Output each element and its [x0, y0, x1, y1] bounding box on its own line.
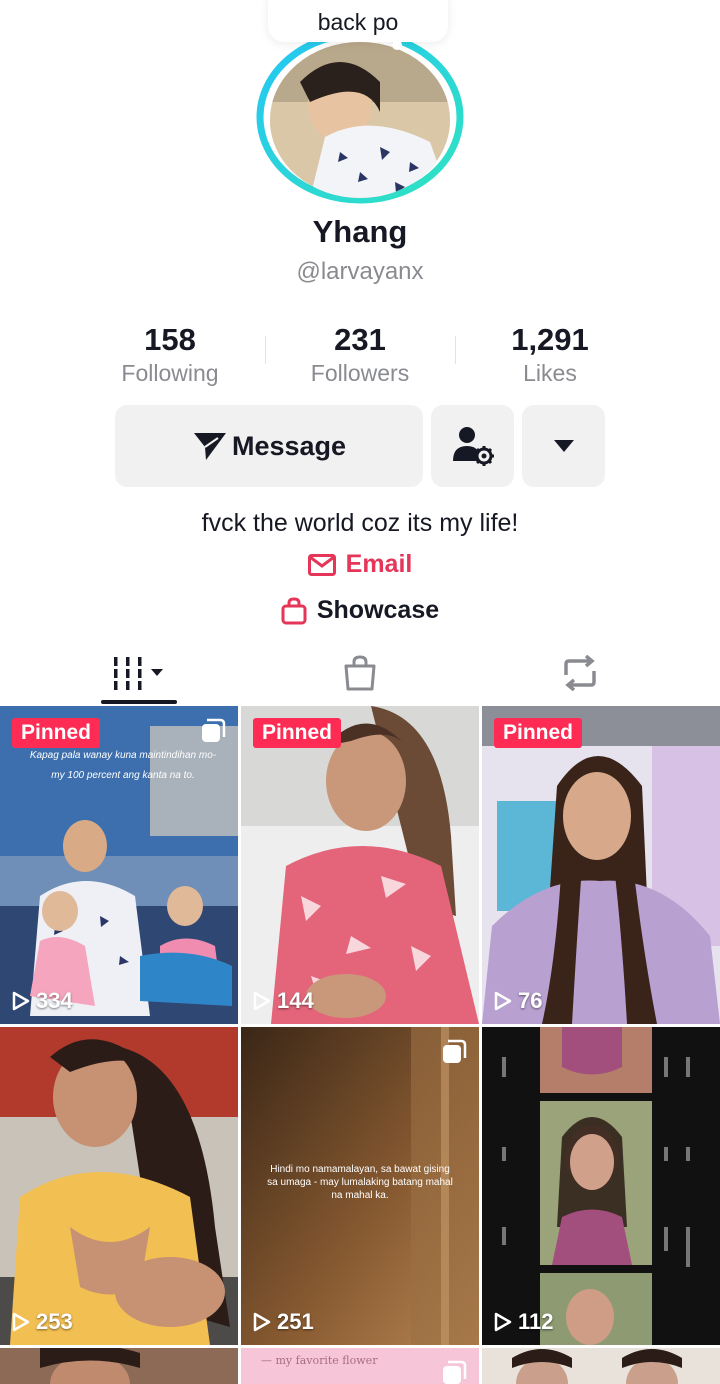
video-thumbnail[interactable]: Pinned 76	[482, 706, 720, 1024]
play-icon	[494, 1312, 512, 1332]
email-link[interactable]: Email	[0, 550, 720, 579]
stat-likes-label: Likes	[523, 360, 577, 386]
view-count-value: 334	[36, 988, 73, 1013]
video-thumbnail[interactable]: — my favorite flower	[241, 1348, 479, 1384]
username: @larvayanx	[296, 258, 424, 285]
profile-content-tabs	[0, 640, 720, 706]
view-count: 112	[494, 1309, 554, 1335]
tab-reposts[interactable]	[460, 640, 700, 706]
stat-followers[interactable]: 231 Followers	[265, 322, 455, 387]
stat-following[interactable]: 158 Following	[75, 322, 265, 387]
pinned-badge: Pinned	[494, 718, 583, 748]
avatar[interactable]	[270, 42, 450, 198]
video-thumbnail[interactable]: 253	[0, 1027, 238, 1345]
friend-settings-button[interactable]	[431, 405, 514, 487]
stat-likes[interactable]: 1,291 Likes	[455, 322, 645, 387]
mail-icon	[307, 553, 336, 576]
caret-down-icon	[553, 440, 574, 452]
video-thumbnail[interactable]: Kapag pala wanay kuna maintindihan mo-my…	[0, 706, 238, 1024]
view-count: 251	[253, 1309, 314, 1335]
profile-note-bubble[interactable]: back po	[268, 0, 448, 42]
stat-divider	[265, 336, 266, 364]
view-count-value: 76	[518, 988, 543, 1013]
view-count-value: 144	[277, 988, 314, 1013]
video-thumbnail[interactable]: Hindi mo namamalayan, sa bawat gising sa…	[241, 1027, 479, 1345]
message-button[interactable]: Message	[115, 405, 423, 487]
video-thumbnail[interactable]	[482, 1348, 720, 1384]
shopping-bag-icon	[344, 655, 376, 691]
stat-following-count: 158	[144, 322, 196, 357]
person-gear-icon	[452, 427, 494, 466]
stat-following-label: Following	[121, 360, 219, 386]
profile-note-text: back po	[317, 9, 399, 35]
photo-carousel-icon	[200, 718, 226, 749]
profile-bio: fvck the world coz its my life!	[201, 509, 519, 537]
email-link-label: Email	[345, 550, 413, 578]
view-count: 76	[494, 988, 542, 1014]
tab-videos-grid[interactable]	[20, 640, 260, 706]
play-icon	[12, 991, 30, 1011]
video-caption-text: Hindi mo namamalayan, sa bawat gising sa…	[267, 1164, 453, 1201]
view-count-value: 112	[518, 1309, 554, 1334]
video-thumbnail[interactable]	[0, 1348, 238, 1384]
play-icon	[253, 1312, 271, 1332]
pinned-badge: Pinned	[12, 718, 101, 748]
video-caption-text: Kapag pala wanay kuna maintindihan mo-my…	[29, 750, 217, 781]
view-count-value: 251	[277, 1309, 314, 1334]
video-caption-text: — my favorite flower	[261, 1354, 378, 1367]
more-options-button[interactable]	[522, 405, 605, 487]
photo-carousel-icon	[441, 1360, 467, 1384]
showcase-link[interactable]: Showcase	[0, 596, 720, 625]
play-icon	[253, 991, 271, 1011]
view-count: 253	[12, 1309, 73, 1335]
showcase-link-label: Showcase	[316, 596, 440, 624]
video-thumbnail[interactable]: Pinned 144	[241, 706, 479, 1024]
stat-followers-label: Followers	[310, 360, 410, 386]
message-button-label: Message	[231, 430, 347, 461]
play-icon	[494, 991, 512, 1011]
view-count: 334	[12, 988, 73, 1014]
pinned-badge: Pinned	[253, 718, 342, 748]
grid-icon	[114, 657, 163, 690]
tab-shop[interactable]	[240, 640, 480, 706]
view-count: 144	[253, 988, 314, 1014]
display-name: Yhang	[312, 214, 408, 249]
video-thumbnail[interactable]: 112	[482, 1027, 720, 1345]
note-bubble-tail	[392, 40, 402, 50]
send-icon	[193, 433, 226, 460]
repost-icon	[564, 655, 596, 691]
stat-likes-count: 1,291	[511, 322, 589, 357]
photo-carousel-icon	[441, 1039, 467, 1070]
stat-followers-count: 231	[334, 322, 386, 357]
shopping-bag-icon	[281, 596, 307, 624]
play-icon	[12, 1312, 30, 1332]
active-tab-indicator	[101, 700, 177, 704]
profile-stats: 158 Following 231 Followers 1,291 Likes	[75, 322, 645, 387]
stat-divider	[455, 336, 456, 364]
view-count-value: 253	[36, 1309, 73, 1334]
